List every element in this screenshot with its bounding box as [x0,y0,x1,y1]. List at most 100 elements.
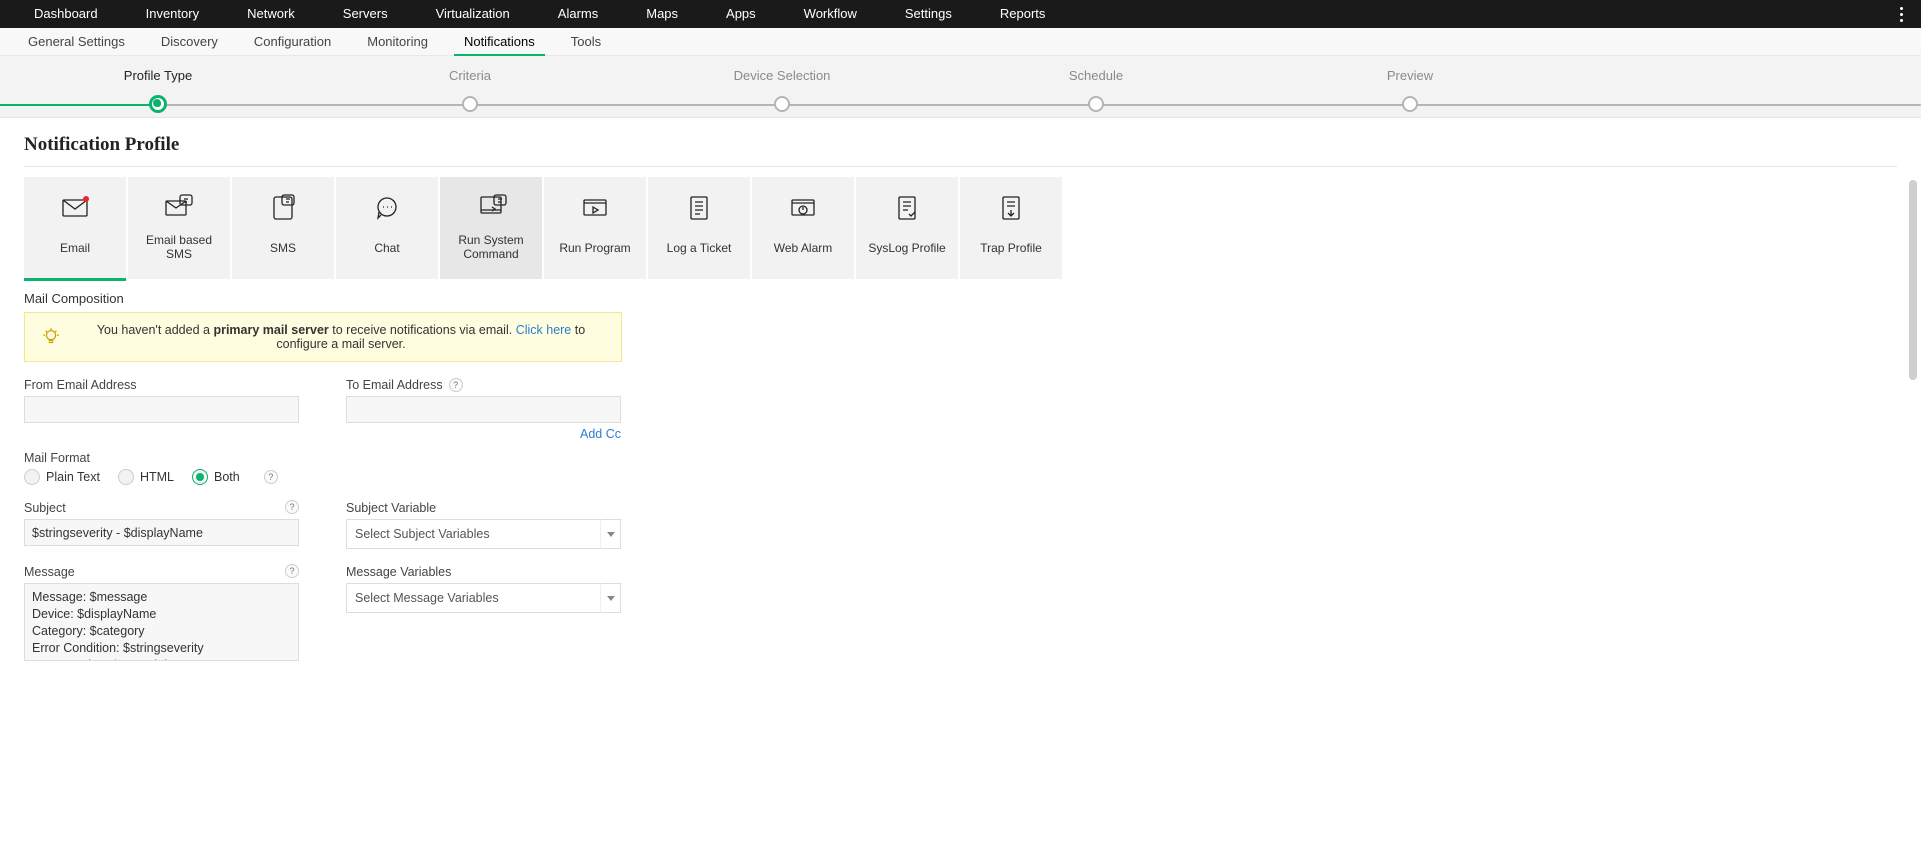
log-ticket-icon [682,189,716,225]
top-nav: DashboardInventoryNetworkServersVirtuali… [0,0,1921,28]
label-subject: Subject ? [24,501,299,515]
profile-type-label: Email based SMS [132,233,226,261]
label-message-variables: Message Variables [346,565,646,579]
subject-variable-select[interactable]: Select Subject Variables [346,519,621,549]
topnav-item-workflow[interactable]: Workflow [780,0,881,28]
radio-label[interactable]: HTML [140,470,174,484]
profile-type-label: SysLog Profile [868,235,945,261]
profile-type-sms[interactable]: SMS [232,177,334,279]
label-subject-variable: Subject Variable [346,501,646,515]
mail-format-radios: Plain Text HTML Both? [24,469,1897,485]
help-icon[interactable]: ? [285,564,299,578]
label-subject-text: Subject [24,501,66,515]
wizard-step-label: Device Selection [682,68,882,83]
profile-type-email[interactable]: Email [24,177,126,279]
chevron-down-icon [600,519,620,549]
profile-type-syslog[interactable]: SysLog Profile [856,177,958,279]
alert-configure-link[interactable]: Click here [516,323,572,337]
topnav-item-apps[interactable]: Apps [702,0,780,28]
subnav-item-monitoring[interactable]: Monitoring [349,34,446,55]
profile-type-label: Run Program [559,235,630,261]
message-variables-placeholder: Select Message Variables [355,591,499,605]
radio-label[interactable]: Plain Text [46,470,100,484]
wizard-progress-line [0,104,158,106]
profile-type-chat[interactable]: Chat [336,177,438,279]
profile-type-trap[interactable]: Trap Profile [960,177,1062,279]
wizard-step-dot [774,96,790,112]
topnav-item-alarms[interactable]: Alarms [534,0,622,28]
wizard-step-label: Criteria [370,68,570,83]
message-variables-select[interactable]: Select Message Variables [346,583,621,613]
profile-type-label: SMS [270,235,296,261]
profile-type-run-program[interactable]: Run Program [544,177,646,279]
help-icon[interactable]: ? [285,500,299,514]
mail-server-alert: You haven't added a primary mail server … [24,312,622,362]
topnav-item-servers[interactable]: Servers [319,0,412,28]
topnav-item-maps[interactable]: Maps [622,0,702,28]
wizard-step-dot [1088,96,1104,112]
message-textarea[interactable] [24,583,299,661]
alert-message: You haven't added a primary mail server … [75,323,607,351]
profile-type-label: Email [60,235,90,261]
label-to-email-text: To Email Address [346,378,443,392]
syslog-icon [890,189,924,225]
web-alarm-icon [786,189,820,225]
subject-input[interactable] [24,519,299,546]
profile-type-selector: Email Email based SMS SMS Chat Run System Co… [24,177,1897,279]
page-body: Notification Profile Email Email based SM… [0,118,1921,664]
help-icon[interactable]: ? [264,470,278,484]
page-title: Notification Profile [24,134,1897,156]
subnav-item-discovery[interactable]: Discovery [143,34,236,55]
profile-type-log-ticket[interactable]: Log a Ticket [648,177,750,279]
subnav-item-notifications[interactable]: Notifications [446,34,553,55]
topnav-item-virtualization[interactable]: Virtualization [412,0,534,28]
mail-composition-section: Mail Composition You haven't added a pri… [24,291,1897,664]
subnav-item-tools[interactable]: Tools [553,34,619,55]
label-mail-format: Mail Format [24,451,1897,465]
subnav-item-configuration[interactable]: Configuration [236,34,349,55]
profile-type-run-system-command[interactable]: Run System Command [440,177,542,279]
section-title-mail-composition: Mail Composition [24,291,1897,306]
sms-icon [266,189,300,225]
wizard-step-dot [462,96,478,112]
radio-both[interactable] [192,469,208,485]
profile-type-label: Run System Command [444,233,538,261]
wizard-step-label: Preview [1310,68,1510,83]
wizard-step-label: Schedule [996,68,1196,83]
profile-type-email-sms[interactable]: Email based SMS [128,177,230,279]
subnav-item-general-settings[interactable]: General Settings [10,34,143,55]
wizard: Profile Type Criteria Device Selection Sche… [0,56,1921,118]
to-email-input[interactable] [346,396,621,423]
radio-label[interactable]: Both [214,470,240,484]
alert-text-prefix: You haven't added a [97,323,214,337]
add-cc-link[interactable]: Add Cc [346,427,621,441]
topnav-item-reports[interactable]: Reports [976,0,1070,28]
email-icon [58,189,92,225]
profile-type-web-alarm[interactable]: Web Alarm [752,177,854,279]
wizard-step-label: Profile Type [58,68,258,83]
profile-type-label: Chat [374,235,399,261]
kebab-menu-icon[interactable] [1891,0,1911,28]
chevron-down-icon [600,583,620,613]
radio-plain-text[interactable] [24,469,40,485]
wizard-step-dot [149,95,167,113]
topnav-item-dashboard[interactable]: Dashboard [10,0,122,28]
chat-icon [370,189,404,225]
email-sms-icon [162,189,196,223]
run-program-icon [578,189,612,225]
radio-html[interactable] [118,469,134,485]
divider [24,166,1897,167]
topnav-item-settings[interactable]: Settings [881,0,976,28]
help-icon[interactable]: ? [449,378,463,392]
alert-text-bold: primary mail server [213,323,328,337]
topnav-item-inventory[interactable]: Inventory [122,0,223,28]
from-email-input[interactable] [24,396,299,423]
lightbulb-icon [39,325,63,349]
alert-text-mid: to receive notifications via email. [329,323,516,337]
profile-type-label: Trap Profile [980,235,1042,261]
topnav-item-network[interactable]: Network [223,0,319,28]
scrollbar-thumb[interactable] [1909,180,1917,380]
scrollbar-track [1909,180,1917,856]
label-message-text: Message [24,565,75,579]
label-from-email: From Email Address [24,378,324,392]
